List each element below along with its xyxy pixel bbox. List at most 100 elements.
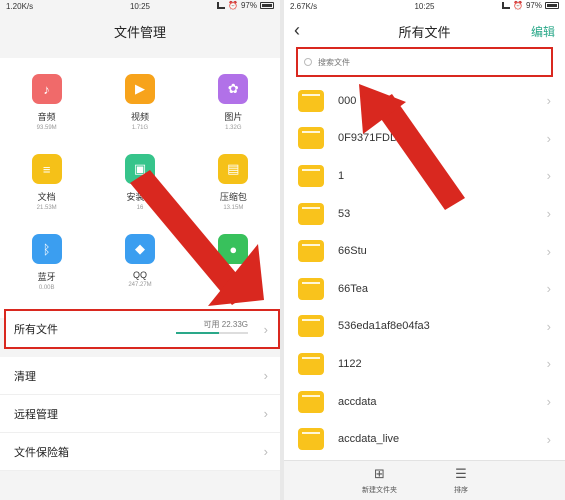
file-list: 000 › 0F9371FDD › 1 › 53 › 66Stu › 66Tea › 536eda1af…: [284, 82, 565, 458]
category-name: 视频: [130, 112, 149, 122]
category-size: 0.00B: [38, 285, 55, 291]
category-name: 微信: [224, 272, 243, 282]
folder-icon: [298, 164, 324, 187]
menu-item-clean[interactable]: 清理 ›: [0, 357, 280, 395]
page-title-bar: 文件管理: [0, 14, 280, 48]
battery-icon: [545, 2, 559, 9]
chevron-right-icon: ›: [263, 444, 268, 459]
category-size: 247.27M: [128, 282, 152, 288]
battery-percent: 97%: [240, 1, 257, 10]
sort-icon: ☰: [455, 466, 467, 481]
chevron-right-icon: ›: [263, 406, 268, 421]
category-name: 安装包: [126, 192, 154, 202]
wifi-icon: [502, 2, 511, 9]
folder-icon: [298, 352, 324, 375]
file-manager-screen: 1.20K/s 10:25 ⏰ 97% 文件管理 ♪ 音频 93.59M ▶ 视频 1.7…: [0, 0, 280, 500]
page-title-bar: ‹ 所有文件 编辑: [284, 14, 565, 48]
status-bar: 2.67K/s 10:25 ⏰ 97%: [284, 0, 565, 14]
folder-icon: [298, 315, 324, 338]
chevron-right-icon: ›: [546, 394, 551, 410]
category-size: 1.32G: [225, 125, 242, 131]
chevron-right-icon: ›: [546, 93, 551, 109]
chevron-right-icon: ›: [546, 243, 551, 259]
category-name: 压缩包: [219, 192, 247, 202]
category-8[interactable]: ● 微信 69.46M: [187, 234, 280, 304]
file-name: 1: [338, 169, 345, 182]
music-note-icon: ♪: [31, 74, 62, 104]
file-name: 53: [338, 207, 351, 220]
category-0[interactable]: ♪ 音频 93.59M: [0, 74, 93, 144]
category-name: 图片: [224, 112, 243, 122]
file-name: accdata: [338, 395, 377, 408]
search-box[interactable]: [296, 47, 553, 77]
file-name: accdata_live: [338, 433, 400, 446]
category-4[interactable]: ▣ 安装包 16: [93, 154, 186, 224]
chevron-right-icon: ›: [546, 130, 551, 146]
android-icon: ▣: [124, 154, 155, 184]
list-item[interactable]: 0F9371FDD ›: [284, 120, 565, 158]
wifi-icon: [217, 2, 226, 9]
menu-item-remote-management[interactable]: 远程管理 ›: [0, 395, 280, 433]
file-name: 1122: [338, 357, 362, 370]
chevron-right-icon: ›: [263, 321, 268, 337]
battery-icon: [260, 2, 274, 9]
chevron-right-icon: ›: [263, 368, 268, 383]
folder-icon: [298, 127, 324, 150]
chevron-right-icon: ›: [546, 356, 551, 372]
chevron-right-icon: ›: [546, 168, 551, 184]
file-name: 536eda1af8e04fa3: [338, 320, 430, 333]
category-size: 16: [136, 205, 144, 211]
category-name: 文档: [37, 192, 56, 202]
folder-icon: [298, 240, 324, 263]
document-icon: ≡: [31, 154, 62, 184]
sort-button[interactable]: ☰ 排序: [454, 467, 468, 495]
new-folder-button[interactable]: ⊞ 新建文件夹: [362, 467, 397, 495]
chevron-right-icon: ›: [546, 206, 551, 222]
category-1[interactable]: ▶ 视频 1.71G: [93, 74, 186, 144]
wechat-icon: ●: [218, 234, 249, 264]
edit-button[interactable]: 编辑: [531, 23, 555, 40]
chevron-right-icon: ›: [546, 281, 551, 297]
category-name: QQ: [132, 270, 147, 280]
folder-icon: [298, 202, 324, 225]
list-item[interactable]: 66Tea ›: [284, 270, 565, 308]
status-bar: 1.20K/s 10:25 ⏰ 97%: [0, 0, 280, 14]
list-item[interactable]: 66Stu ›: [284, 232, 565, 270]
page-title: 文件管理: [113, 24, 166, 40]
flower-icon: ✿: [218, 74, 249, 104]
play-icon: ▶: [124, 74, 155, 104]
list-item[interactable]: accdata_live ›: [284, 420, 565, 458]
chevron-right-icon: ›: [546, 431, 551, 447]
category-5[interactable]: ▤ 压缩包 13.15M: [187, 154, 280, 224]
file-name: 66Tea: [338, 282, 368, 295]
list-item[interactable]: 536eda1af8e04fa3 ›: [284, 308, 565, 346]
alarm-icon: ⏰: [228, 1, 238, 10]
menu-item-file-safe[interactable]: 文件保险箱 ›: [0, 433, 280, 471]
tools-menu: 清理 › 远程管理 › 文件保险箱 ›: [0, 357, 280, 471]
file-name: 000: [338, 94, 357, 107]
back-arrow-icon[interactable]: ‹: [294, 20, 300, 41]
all-files-screen: 2.67K/s 10:25 ⏰ 97% ‹ 所有文件 编辑 000›0F9371…: [284, 0, 565, 500]
list-item[interactable]: accdata ›: [284, 383, 565, 421]
chevron-right-icon: ›: [546, 318, 551, 334]
list-item[interactable]: 1122 ›: [284, 345, 565, 383]
list-item[interactable]: 53 ›: [284, 195, 565, 233]
category-size: 93.59M: [36, 125, 57, 131]
list-item[interactable]: 1 ›: [284, 157, 565, 195]
bottom-toolbar: ⊞ 新建文件夹 ☰ 排序: [284, 460, 565, 500]
category-3[interactable]: ≡ 文档 21.53M: [0, 154, 93, 224]
battery-percent: 97%: [525, 1, 542, 10]
category-size: 1.71G: [131, 125, 149, 131]
category-6[interactable]: ᛒ 蓝牙 0.00B: [0, 234, 93, 304]
category-7[interactable]: ◆ QQ 247.27M: [93, 234, 186, 304]
search-input[interactable]: [318, 57, 518, 67]
file-name: 66Stu: [338, 245, 367, 258]
bluetooth-icon: ᛒ: [31, 234, 62, 264]
storage-usage-bar: [176, 332, 248, 334]
list-item[interactable]: 000 ›: [284, 82, 565, 120]
category-2[interactable]: ✿ 图片 1.32G: [187, 74, 280, 144]
category-name: 蓝牙: [37, 272, 56, 282]
folder-icon: [298, 277, 324, 300]
all-files-entry[interactable]: 所有文件 可用 22.33G ›: [4, 309, 280, 349]
new-folder-icon: ⊞: [374, 466, 385, 481]
